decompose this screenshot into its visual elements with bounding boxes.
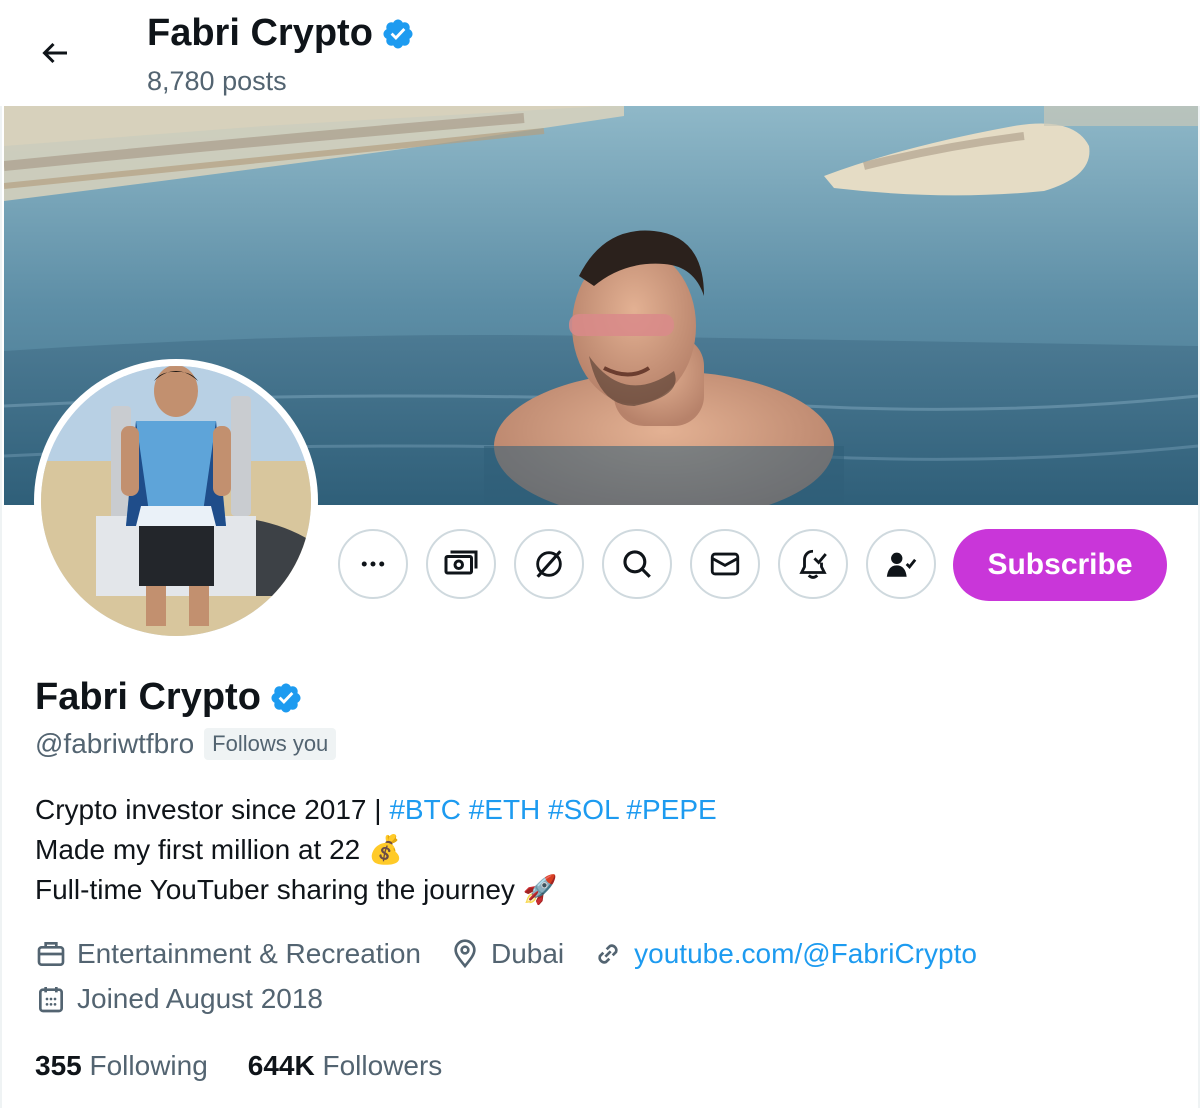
- bio-text-1: Crypto investor since 2017 |: [35, 794, 390, 825]
- followers-count: 644K: [247, 1050, 315, 1081]
- money-bag-emoji: 💰: [368, 834, 403, 865]
- message-button[interactable]: [690, 529, 760, 599]
- money-icon: [444, 550, 478, 575]
- website-link[interactable]: youtube.com/@FabriCrypto: [634, 938, 977, 970]
- follow-stats: 355 Following 644K Followers: [35, 1050, 442, 1082]
- rocket-emoji: 🚀: [522, 874, 558, 905]
- profile-meta: Entertainment & Recreation Dubai youtube…: [35, 938, 1005, 970]
- profile-bio: Crypto investor since 2017 | #BTC #ETH #…: [35, 790, 717, 910]
- following-label: Following: [89, 1050, 208, 1081]
- avatar-image: [41, 366, 311, 636]
- following-button[interactable]: [866, 529, 936, 599]
- notifications-button[interactable]: [778, 529, 848, 599]
- profile-name-text: Fabri Crypto: [35, 676, 261, 718]
- category-text: Entertainment & Recreation: [77, 938, 421, 969]
- location-text: Dubai: [490, 938, 565, 969]
- hashtag-link[interactable]: #ETH: [469, 794, 541, 825]
- briefcase-icon: [37, 942, 65, 966]
- tip-button[interactable]: [426, 529, 496, 599]
- bio-line-1: Crypto investor since 2017 | #BTC #ETH #…: [35, 790, 717, 830]
- search-profile-button[interactable]: [602, 529, 672, 599]
- more-icon: [361, 561, 385, 567]
- calendar-icon: [39, 987, 63, 1013]
- search-icon: [623, 550, 651, 578]
- joined-text: Joined August 2018: [77, 983, 323, 1014]
- profile-handle: @fabriwtfbro: [35, 728, 195, 759]
- grok-button[interactable]: [514, 529, 584, 599]
- subscribe-button[interactable]: Subscribe: [953, 529, 1167, 601]
- hashtag-link[interactable]: #PEPE: [626, 794, 716, 825]
- website-item[interactable]: youtube.com/@FabriCrypto: [592, 938, 977, 970]
- header-name-text: Fabri Crypto: [147, 12, 373, 54]
- bell-check-icon: [799, 549, 827, 579]
- bio-line-3: Full-time YouTuber sharing the journey 🚀: [35, 870, 717, 910]
- bio-line-2: Made my first million at 22 💰: [35, 830, 717, 870]
- hashtag-link[interactable]: #BTC: [389, 794, 461, 825]
- following-count: 355: [35, 1050, 82, 1081]
- verified-badge-icon[interactable]: [269, 681, 303, 715]
- follows-you-badge: Follows you: [204, 728, 337, 760]
- followers-label: Followers: [322, 1050, 443, 1081]
- post-count: 8,780 posts: [147, 66, 287, 96]
- header-title: Fabri Crypto: [147, 12, 415, 55]
- location-item: Dubai: [449, 938, 564, 970]
- following-link[interactable]: 355 Following: [35, 1050, 208, 1082]
- bio-text-2: Made my first million at 22: [35, 834, 361, 865]
- profile-name: Fabri Crypto: [35, 676, 303, 719]
- bio-text-3: Full-time YouTuber sharing the journey: [35, 874, 515, 905]
- profile-header: Fabri Crypto 8,780 posts: [0, 0, 1200, 106]
- back-button[interactable]: [30, 30, 80, 76]
- grok-icon: [536, 550, 562, 578]
- link-icon: [598, 944, 618, 964]
- handle-row: @fabriwtfbro Follows you: [35, 728, 337, 760]
- person-check-icon: [886, 552, 917, 577]
- joined-item: Joined August 2018: [35, 983, 323, 1015]
- verified-badge-icon: [383, 18, 413, 49]
- hashtag-link[interactable]: #SOL: [548, 794, 619, 825]
- arrow-left-icon: [42, 42, 67, 64]
- more-button[interactable]: [338, 529, 408, 599]
- location-pin-icon: [454, 939, 476, 969]
- followers-link[interactable]: 644K Followers: [248, 1050, 443, 1082]
- profile-avatar[interactable]: [34, 359, 318, 643]
- envelope-icon: [710, 552, 740, 576]
- category-item: Entertainment & Recreation: [35, 938, 421, 970]
